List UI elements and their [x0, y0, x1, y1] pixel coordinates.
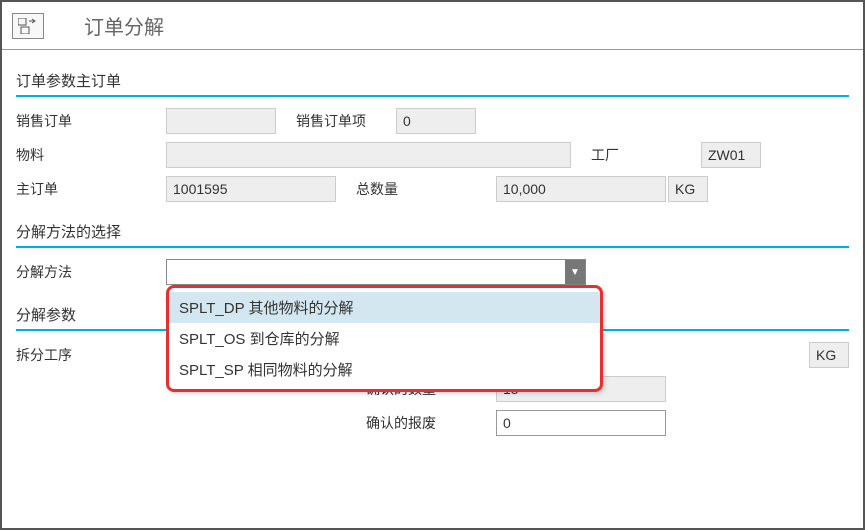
section-split-method: 分解方法的选择 分解方法 ▼ SPLT_DP 其他物料的分解 SPLT_OS 到…	[16, 221, 849, 286]
header-bar: 订单分解	[2, 2, 863, 50]
split-op-label: 拆分工序	[16, 345, 166, 365]
main-order-label: 主订单	[16, 179, 166, 199]
row-sales-order: 销售订单 销售订单项 0	[16, 107, 849, 135]
section-title: 订单参数主订单	[16, 70, 849, 97]
section-order-params: 订单参数主订单 销售订单 销售订单项 0 物料 工厂 ZW01 主订单 1001…	[16, 70, 849, 203]
method-dropdown[interactable]: ▼ SPLT_DP 其他物料的分解 SPLT_OS 到仓库的分解 SPLT_SP…	[166, 259, 586, 285]
sales-order-input[interactable]	[166, 108, 276, 134]
dropdown-option[interactable]: SPLT_SP 相同物料的分解	[169, 354, 600, 385]
row-method: 分解方法 ▼ SPLT_DP 其他物料的分解 SPLT_OS 到仓库的分解 SP…	[16, 258, 849, 286]
material-input[interactable]	[166, 142, 571, 168]
main-order-input[interactable]: 1001595	[166, 176, 336, 202]
total-qty-label: 总数量	[356, 179, 496, 199]
method-dropdown-list: SPLT_DP 其他物料的分解 SPLT_OS 到仓库的分解 SPLT_SP 相…	[166, 285, 603, 392]
row-main-order: 主订单 1001595 总数量 10,000 KG	[16, 175, 849, 203]
method-label: 分解方法	[16, 262, 166, 282]
content-area: 订单参数主订单 销售订单 销售订单项 0 物料 工厂 ZW01 主订单 1001…	[2, 50, 863, 437]
conf-scrap-label: 确认的报废	[366, 413, 496, 433]
dropdown-option[interactable]: SPLT_OS 到仓库的分解	[169, 323, 600, 354]
section-title: 分解方法的选择	[16, 221, 849, 248]
sales-item-label: 销售订单项	[296, 111, 396, 131]
menu-icon-button[interactable]	[12, 13, 44, 39]
total-qty-unit: KG	[668, 176, 708, 202]
plant-input[interactable]: ZW01	[701, 142, 761, 168]
method-dropdown-field[interactable]: ▼	[166, 259, 586, 285]
plant-label: 工厂	[591, 145, 701, 165]
conf-scrap-input[interactable]: 0	[496, 410, 666, 436]
chevron-down-icon[interactable]: ▼	[565, 260, 585, 284]
sales-order-label: 销售订单	[16, 111, 166, 131]
layout-icon	[18, 18, 38, 34]
dropdown-option[interactable]: SPLT_DP 其他物料的分解	[169, 292, 600, 323]
row-confirm-scrap: 确认的报废 0	[16, 409, 849, 437]
total-qty-input[interactable]: 10,000	[496, 176, 666, 202]
sales-item-input[interactable]: 0	[396, 108, 476, 134]
page-title: 订单分解	[84, 11, 164, 40]
split-op-unit: KG	[809, 342, 849, 368]
row-material: 物料 工厂 ZW01	[16, 141, 849, 169]
material-label: 物料	[16, 145, 166, 165]
